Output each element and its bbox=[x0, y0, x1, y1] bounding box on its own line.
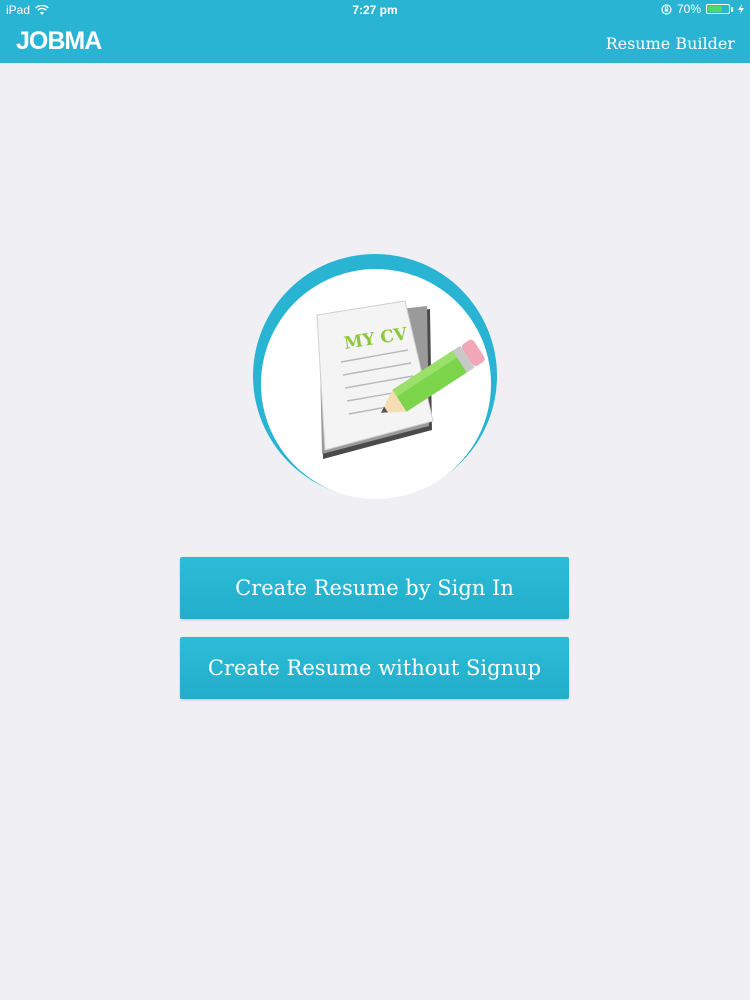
charging-icon bbox=[738, 4, 744, 14]
my-cv-illustration: MY CV bbox=[253, 254, 497, 499]
battery-percent: 70% bbox=[676, 2, 701, 16]
top-bar: iPad 7:27 pm 70% JOBMA Resume Builder bbox=[0, 0, 750, 63]
jobma-logo: JOBMA bbox=[16, 26, 102, 55]
logo-text: JOBMA bbox=[16, 26, 102, 55]
status-time: 7:27 pm bbox=[352, 3, 398, 17]
page-title: Resume Builder bbox=[605, 34, 735, 53]
create-resume-sign-in-button[interactable]: Create Resume by Sign In bbox=[180, 557, 569, 619]
orientation-lock-icon bbox=[661, 3, 672, 15]
status-right: 70% bbox=[661, 2, 744, 16]
battery-icon bbox=[706, 4, 730, 14]
battery-fill bbox=[708, 6, 722, 12]
battery-nub bbox=[731, 6, 733, 12]
create-resume-without-signup-button[interactable]: Create Resume without Signup bbox=[180, 637, 569, 699]
status-bar: iPad 7:27 pm 70% bbox=[0, 0, 750, 20]
